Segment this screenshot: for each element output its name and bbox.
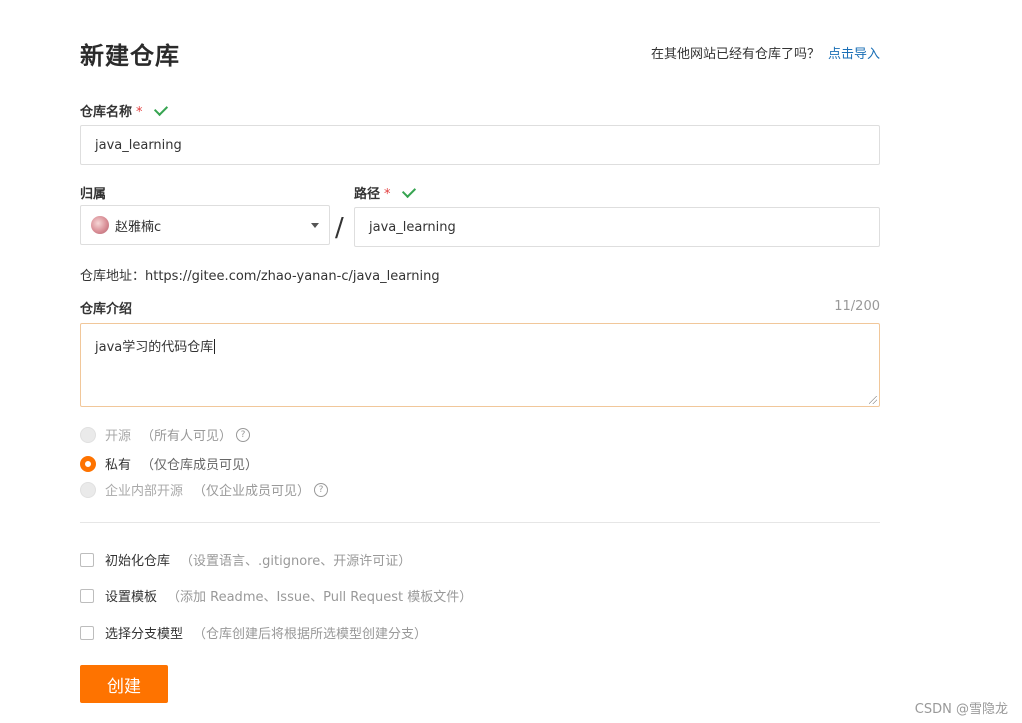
branch-model-checkbox[interactable] xyxy=(80,625,94,640)
valid-check-icon xyxy=(401,183,416,199)
radio-open xyxy=(80,426,96,443)
path-separator: / xyxy=(335,213,344,243)
visibility-hint: （仅仓库成员可见） xyxy=(141,458,259,473)
init-repo-checkbox[interactable] xyxy=(80,552,94,567)
divider xyxy=(80,522,880,523)
repo-name-label: 仓库名称 * xyxy=(80,101,168,120)
visibility-option-enterprise: 企业内部开源 （仅企业成员可见） ? xyxy=(80,480,329,499)
repo-name-label-text: 仓库名称 xyxy=(80,105,133,120)
repo-name-value: java_learning xyxy=(95,137,182,153)
description-label: 仓库介绍 xyxy=(80,302,133,317)
option-hint: （仓库创建后将根据所选模型创建分支） xyxy=(193,627,428,642)
visibility-hint: （仅企业成员可见） xyxy=(193,484,311,499)
option-label: 初始化仓库 xyxy=(105,554,171,569)
path-value: java_learning xyxy=(369,219,456,235)
create-button[interactable]: 创建 xyxy=(80,665,168,703)
required-mark: * xyxy=(384,187,391,202)
repo-name-input[interactable]: java_learning xyxy=(80,125,880,165)
visibility-label: 开源 xyxy=(105,429,132,444)
option-branch-model[interactable]: 选择分支模型 （仓库创建后将根据所选模型创建分支） xyxy=(80,623,427,642)
visibility-option-open: 开源 （所有人可见） ? xyxy=(80,425,251,444)
import-link[interactable]: 点击导入 xyxy=(828,47,880,62)
path-label: 路径 * xyxy=(354,183,416,202)
repo-address: 仓库地址：https://gitee.com/zhao-yanan-c/java… xyxy=(80,269,440,284)
option-hint: （设置语言、.gitignore、开源许可证） xyxy=(180,554,412,569)
option-hint: （添加 Readme、Issue、Pull Request 模板文件） xyxy=(167,590,473,605)
option-template[interactable]: 设置模板 （添加 Readme、Issue、Pull Request 模板文件） xyxy=(80,586,472,605)
required-mark: * xyxy=(136,105,143,120)
description-counter: 11/200 xyxy=(834,299,880,314)
radio-private[interactable] xyxy=(80,455,96,472)
visibility-label: 私有 xyxy=(105,458,132,473)
resize-handle[interactable] xyxy=(869,396,877,404)
path-input[interactable]: java_learning xyxy=(354,207,880,247)
option-label: 选择分支模型 xyxy=(105,627,184,642)
visibility-option-private[interactable]: 私有 （仅仓库成员可见） xyxy=(80,454,258,473)
help-icon[interactable]: ? xyxy=(314,482,329,497)
import-prompt: 在其他网站已经有仓库了吗？ 点击导入 xyxy=(651,43,880,62)
visibility-hint: （所有人可见） xyxy=(141,429,233,444)
import-question: 在其他网站已经有仓库了吗？ xyxy=(650,47,820,62)
option-label: 设置模板 xyxy=(105,590,158,605)
page-title: 新建仓库 xyxy=(80,42,180,70)
owner-label: 归属 xyxy=(80,187,107,202)
valid-check-icon xyxy=(153,101,168,117)
path-label-text: 路径 xyxy=(354,187,381,202)
owner-select[interactable]: 赵雅楠c xyxy=(80,205,330,245)
watermark: CSDN @雪隐龙 xyxy=(914,702,1008,717)
chevron-down-icon xyxy=(311,222,319,228)
visibility-label: 企业内部开源 xyxy=(105,484,184,499)
owner-selected-value: 赵雅楠c xyxy=(115,219,162,235)
help-icon[interactable]: ? xyxy=(236,427,251,442)
description-textarea[interactable]: java学习的代码仓库 xyxy=(80,323,880,407)
text-cursor xyxy=(214,339,216,354)
option-init-repo[interactable]: 初始化仓库 （设置语言、.gitignore、开源许可证） xyxy=(80,550,411,569)
radio-enterprise xyxy=(80,481,96,498)
avatar xyxy=(91,216,109,234)
description-value: java学习的代码仓库 xyxy=(95,340,214,355)
template-checkbox[interactable] xyxy=(80,588,94,603)
